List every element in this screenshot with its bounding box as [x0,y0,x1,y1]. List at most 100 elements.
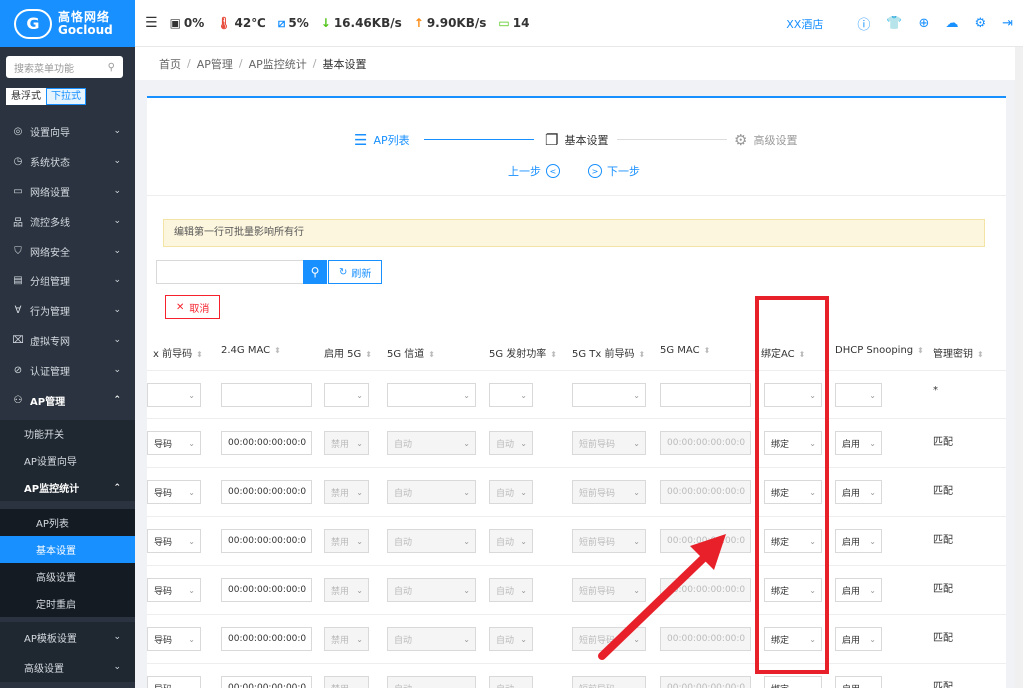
enable5g-field[interactable]: 禁用⌄ [324,431,369,455]
bind-field[interactable]: 绑定⌄ [764,676,822,688]
sidebar-sub-ap-list[interactable]: AP列表 [0,509,135,536]
dhcp-field[interactable]: 启用⌄ [835,480,882,504]
sidebar-sub-advanced-settings[interactable]: 高级设置 [0,563,135,590]
hotel-name[interactable]: XX酒店 [786,16,823,32]
mac-field[interactable]: 00:00:00:00:00:0 [221,627,312,651]
dhcp-field[interactable]: 启用⌄ [835,578,882,602]
table-search-input[interactable] [156,260,303,284]
menu-toggle-icon[interactable]: ☰ [145,15,158,31]
sidebar-item-auth-management[interactable]: ⊘ 认证管理 ⌄ [0,355,135,385]
sidebar-item-group-management[interactable]: ▤ 分组管理 ⌄ [0,265,135,295]
preamble-field[interactable]: 导码⌄ [147,627,201,651]
preamble-field[interactable]: 导码⌄ [147,529,201,553]
mac-field[interactable]: 00:00:00:00:00:0 [221,431,312,455]
preamble-field[interactable]: 导码⌄ [147,480,201,504]
enable5g-field[interactable]: 禁用⌄ [324,480,369,504]
preamble-field[interactable]: 导码⌄ [147,676,201,688]
batch-edit-field[interactable]: ⌄ [324,383,369,407]
enable5g-field[interactable]: 禁用⌄ [324,676,369,688]
batch-edit-field[interactable]: ⌄ [489,383,533,407]
dhcp-field[interactable]: 启用⌄ [835,627,882,651]
mac5g-field[interactable]: 00:00:00:00:00:0 [660,431,751,455]
shirt-icon[interactable]: 👕 [886,16,902,31]
sidebar-sub-ap-template[interactable]: AP模板设置 ⌄ [0,622,135,652]
sidebar-sub-adv-settings[interactable]: 高级设置 ⌄ [0,652,135,682]
column-header[interactable]: 5G 信道 ⬍ [387,345,435,360]
cancel-button[interactable]: ✕ 取消 [165,295,221,319]
sidebar-sub-scheduled-reboot[interactable]: 定时重启 [0,590,135,617]
mac5g-field[interactable]: 00:00:00:00:00:0 [660,676,751,688]
channel-field[interactable]: 自动⌄ [387,578,476,602]
sidebar-sub-basic-settings[interactable]: 基本设置 [0,536,135,563]
batch-edit-field[interactable]: ⌄ [572,383,646,407]
mac-field[interactable]: 00:00:00:00:00:0 [221,676,312,688]
column-header[interactable]: 5G 发射功率 ⬍ [489,345,557,360]
prev-step-button[interactable]: 上一步 < [508,163,565,179]
dhcp-field[interactable]: 启用⌄ [835,676,882,688]
sidebar-sub-func-switch[interactable]: 功能开关 [0,420,135,447]
globe-icon[interactable]: ⊕ [919,16,930,31]
breadcrumb-monitor[interactable]: AP监控统计 [249,56,307,72]
channel-field[interactable]: 自动⌄ [387,529,476,553]
power-field[interactable]: 自动⌄ [489,578,533,602]
column-header[interactable]: 2.4G MAC ⬍ [221,345,281,356]
power-field[interactable]: 自动⌄ [489,529,533,553]
breadcrumb-ap[interactable]: AP管理 [197,56,233,72]
batch-edit-field[interactable]: ⌄ [387,383,476,407]
tx-field[interactable]: 短前导码⌄ [572,676,646,688]
column-header[interactable]: 5G Tx 前导码 ⬍ [572,345,645,360]
power-field[interactable]: 自动⌄ [489,627,533,651]
enable5g-field[interactable]: 禁用⌄ [324,529,369,553]
sidebar-item-behavior-management[interactable]: ∀ 行为管理 ⌄ [0,295,135,325]
scrollbar[interactable] [1015,47,1023,688]
batch-edit-field[interactable] [221,383,312,407]
mac5g-field[interactable]: 00:00:00:00:00:0 [660,480,751,504]
mode-dropdown-button[interactable]: 下拉式 [46,88,86,105]
next-step-button[interactable]: > 下一步 [583,163,640,179]
power-field[interactable]: 自动⌄ [489,676,533,688]
logout-icon[interactable]: ⇥ [1002,16,1013,31]
tx-field[interactable]: 短前导码⌄ [572,480,646,504]
sidebar-item-system-status[interactable]: ◷ 系统状态 ⌄ [0,146,135,176]
step-ap-list[interactable]: ☰ AP列表 [354,131,410,149]
sidebar-item-network-security[interactable]: ⛉ 网络安全 ⌄ [0,236,135,266]
sidebar-item-vpn[interactable]: ⌧ 虚拟专网 ⌄ [0,325,135,355]
sidebar-item-ap-management[interactable]: ⚇ AP管理 ⌃ [0,385,135,415]
mode-floating-button[interactable]: 悬浮式 [6,88,46,105]
sidebar-sub-ap-monitor[interactable]: AP监控统计 ⌃ [0,474,135,501]
column-header[interactable]: 启用 5G ⬍ [324,345,372,360]
channel-field[interactable]: 自动⌄ [387,627,476,651]
dhcp-field[interactable]: 启用⌄ [835,529,882,553]
column-header[interactable]: 5G MAC ⬍ [660,345,710,356]
channel-field[interactable]: 自动⌄ [387,480,476,504]
mac-field[interactable]: 00:00:00:00:00:0 [221,578,312,602]
cloud-upload-icon[interactable]: ☁ [945,16,958,31]
column-header[interactable]: DHCP Snooping ⬍ [835,345,924,356]
batch-edit-field[interactable]: ⌄ [835,383,882,407]
mac-field[interactable]: 00:00:00:00:00:0 [221,480,312,504]
gear-icon[interactable]: ⚙ [974,16,986,31]
sidebar-sub-ap-wizard[interactable]: AP设置向导 [0,447,135,474]
enable5g-field[interactable]: 禁用⌄ [324,627,369,651]
search-button[interactable]: ⚲ [303,260,327,284]
breadcrumb-home[interactable]: 首页 [159,56,181,72]
channel-field[interactable]: 自动⌄ [387,676,476,688]
preamble-field[interactable]: 导码⌄ [147,578,201,602]
dhcp-field[interactable]: 启用⌄ [835,431,882,455]
preamble-field[interactable]: 导码⌄ [147,431,201,455]
step-advanced[interactable]: ⚙ 高级设置 [734,131,797,149]
sidebar-item-setup-wizard[interactable]: ◎ 设置向导 ⌄ [0,116,135,146]
column-header[interactable]: x 前导码 ⬍ [153,345,203,360]
enable5g-field[interactable]: 禁用⌄ [324,578,369,602]
channel-field[interactable]: 自动⌄ [387,431,476,455]
tx-field[interactable]: 短前导码⌄ [572,431,646,455]
batch-edit-field[interactable]: ⌄ [147,383,201,407]
refresh-button[interactable]: ↻ 刷新 [328,260,383,284]
mac-field[interactable]: 00:00:00:00:00:0 [221,529,312,553]
batch-edit-field[interactable] [660,383,751,407]
menu-search-input[interactable]: 搜索菜单功能 ⚲ [6,56,123,78]
column-header[interactable]: 管理密钥 ⬍ [933,345,984,360]
power-field[interactable]: 自动⌄ [489,431,533,455]
info-icon[interactable]: ⓘ [857,14,870,33]
power-field[interactable]: 自动⌄ [489,480,533,504]
